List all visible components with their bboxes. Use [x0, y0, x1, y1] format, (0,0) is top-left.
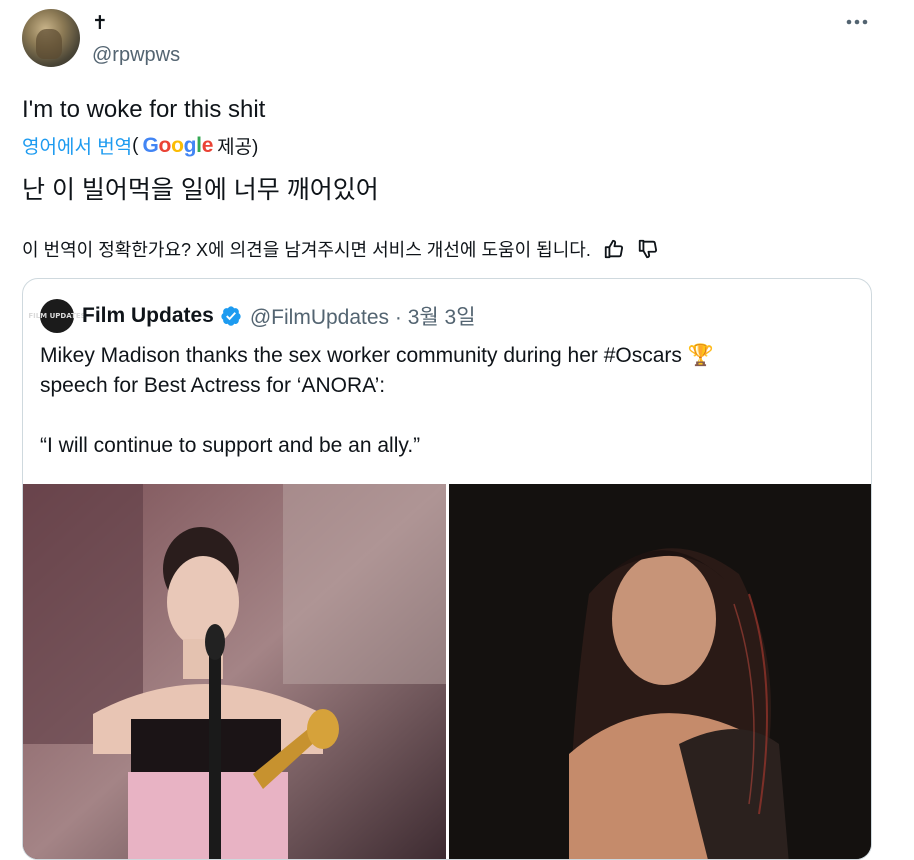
- google-logo: Google: [142, 133, 214, 157]
- quoted-media-image-1[interactable]: [23, 484, 446, 859]
- quoted-author-avatar[interactable]: FILM UPDATES: [28, 299, 86, 333]
- tweet-text: I'm to woke for this shit: [22, 96, 266, 123]
- portrait-photo: [449, 484, 871, 859]
- translated-from-link[interactable]: 영어에서 번역: [22, 132, 132, 159]
- quoted-media-image-2[interactable]: [449, 484, 871, 859]
- quoted-line-2: speech for Best Actress for ‘ANORA’:: [40, 374, 386, 397]
- more-options-button[interactable]: [842, 10, 872, 34]
- thumbs-up-icon: [604, 239, 623, 259]
- quoted-tweet[interactable]: FILM UPDATES Film Updates @FilmUpdates ·…: [22, 278, 872, 860]
- translated-text: 난 이 빌어먹을 일에 너무 깨어있어: [22, 176, 379, 204]
- translation-attribution: 영어에서 번역 ( Google 제공): [22, 132, 258, 159]
- author-avatar[interactable]: [22, 9, 80, 67]
- feedback-prompt: 이 번역이 정확한가요? X에 의견을 남겨주시면 서비스 개선에 도움이 됩니…: [22, 240, 591, 260]
- quoted-line-3: “I will continue to support and be an al…: [40, 434, 421, 457]
- verified-badge: [220, 305, 242, 327]
- thumbs-down-icon: [638, 239, 657, 259]
- quoted-author-name[interactable]: Film Updates: [82, 304, 214, 328]
- thumbs-down-button[interactable]: [637, 238, 659, 260]
- author-display-name[interactable]: ✝: [92, 12, 108, 35]
- verified-badge-icon: [221, 306, 241, 326]
- oscars-speech-photo: [23, 484, 446, 859]
- quoted-tweet-header: FILM UPDATES Film Updates @FilmUpdates ·…: [28, 299, 476, 333]
- quoted-line-1: Mikey Madison thanks the sex worker comm…: [40, 344, 714, 367]
- thumbs-up-button[interactable]: [603, 238, 625, 260]
- quoted-handle-date[interactable]: @FilmUpdates · 3월 3일: [250, 301, 476, 331]
- translated-open-paren: (: [132, 134, 139, 156]
- more-icon: [846, 19, 868, 25]
- translated-provided-text: 제공): [217, 137, 259, 158]
- translation-feedback: 이 번역이 정확한가요? X에 의견을 남겨주시면 서비스 개선에 도움이 됩니…: [22, 236, 659, 262]
- quoted-tweet-text: Mikey Madison thanks the sex worker comm…: [40, 341, 840, 461]
- author-handle[interactable]: @rpwpws: [92, 44, 180, 67]
